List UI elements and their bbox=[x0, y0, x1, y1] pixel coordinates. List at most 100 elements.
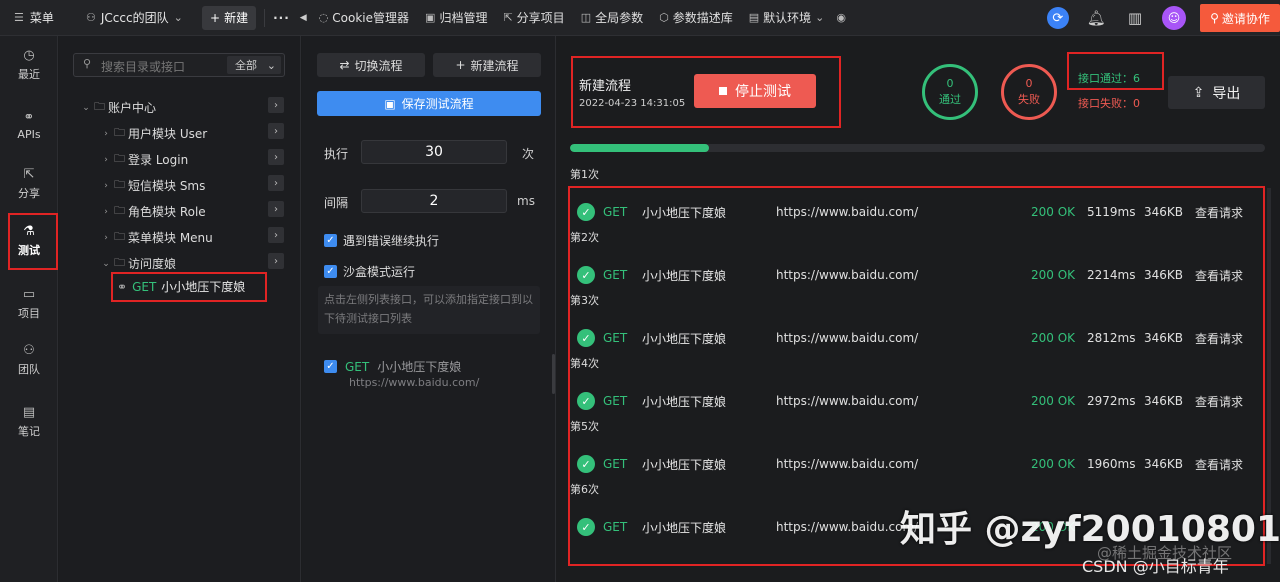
exec-count-label: 执行 bbox=[324, 147, 349, 161]
nav-default-env[interactable]: ▤ 默认环境 ⌄ ◉ bbox=[749, 9, 846, 26]
notebook-icon[interactable]: ▥ bbox=[1128, 9, 1142, 27]
avatar[interactable]: ☺ bbox=[1162, 6, 1186, 30]
api-name: 小小地压下度娘 bbox=[642, 331, 727, 346]
new-button[interactable]: + 新建 bbox=[202, 5, 257, 30]
selected-api-item[interactable]: ✓ GET 小小地压下度娘 https://www.baidu.com/ bbox=[324, 358, 479, 389]
chevron-right-icon: › bbox=[104, 128, 108, 139]
divider bbox=[264, 8, 266, 27]
team-selector[interactable]: ⚇ JCccc的团队 ⌄ bbox=[86, 9, 202, 26]
run-label: 第1次 bbox=[570, 168, 599, 181]
folder-action-button[interactable]: › bbox=[268, 149, 284, 165]
view-request-link[interactable]: 查看请求 bbox=[1195, 456, 1243, 473]
save-icon: ▣ bbox=[384, 96, 396, 111]
highlight-box bbox=[111, 272, 267, 302]
method-badge: GET bbox=[603, 520, 628, 534]
rail-item-notes[interactable]: ▤ 笔记 bbox=[0, 405, 58, 439]
view-request-link[interactable]: 查看请求 bbox=[1195, 393, 1243, 410]
chevron-down-icon: ⌄ bbox=[173, 11, 183, 24]
view-request-link[interactable]: 查看请求 bbox=[1195, 330, 1243, 347]
stop-test-button[interactable]: 停止测试 bbox=[694, 74, 816, 108]
response-size: 346KB bbox=[1144, 331, 1184, 345]
view-request-link[interactable]: 查看请求 bbox=[1195, 204, 1243, 221]
tree-folder[interactable]: › 🗀︎ 用户模块 User bbox=[101, 124, 207, 143]
status-code: 200 OK bbox=[1031, 268, 1076, 282]
tree-search[interactable]: ⚲ 搜索目录或接口 全部 ⌄ bbox=[73, 53, 285, 77]
export-button[interactable]: ⇪ 导出 bbox=[1168, 76, 1265, 109]
chevron-down-icon: ⌄ bbox=[815, 11, 825, 24]
view-request-link[interactable]: 查看请求 bbox=[1195, 267, 1243, 284]
rail-item-recent[interactable]: ◷ 最近 bbox=[0, 48, 58, 82]
folder-action-button[interactable]: › bbox=[268, 123, 284, 139]
folder-action-button[interactable]: › bbox=[268, 175, 284, 191]
search-input[interactable]: 搜索目录或接口 bbox=[101, 58, 185, 75]
rail-item-apis[interactable]: ⚭ APIs bbox=[0, 110, 58, 141]
new-flow-button[interactable]: + 新建流程 bbox=[433, 53, 541, 77]
tree-folder[interactable]: › 🗀︎ 登录 Login bbox=[101, 150, 188, 169]
nav-share-project[interactable]: ⇱ 分享项目 bbox=[503, 9, 564, 26]
invite-button[interactable]: ⚲ 邀请协作 bbox=[1200, 4, 1280, 32]
folder-icon: 🗀︎ bbox=[114, 178, 125, 191]
bell-icon[interactable]: 🔔︎ bbox=[1087, 9, 1106, 27]
flow-timestamp: 2022-04-23 14:31:05 bbox=[579, 98, 686, 109]
fail-label: 失败 bbox=[1018, 93, 1040, 106]
archive-icon: ▣ bbox=[425, 11, 436, 24]
tree-filter-select[interactable]: 全部 ⌄ bbox=[227, 56, 281, 74]
rail-label: 笔记 bbox=[18, 425, 40, 438]
api-url: https://www.baidu.com/ bbox=[776, 268, 919, 282]
folder-label: 账户中心 bbox=[108, 101, 157, 115]
resize-handle[interactable] bbox=[552, 354, 555, 394]
sync-icon[interactable]: ⟳ bbox=[1046, 7, 1069, 29]
link-icon: ⚭ bbox=[23, 110, 35, 125]
exec-count-input[interactable]: 30 bbox=[361, 140, 507, 164]
folder-label: 菜单模块 Menu bbox=[128, 231, 213, 245]
search-icon: ⚲ bbox=[83, 57, 92, 70]
menu-button[interactable]: ☰ 菜单 bbox=[0, 9, 78, 26]
nav-archive[interactable]: ▣ 归档管理 bbox=[425, 9, 487, 26]
nav-cookie-manager[interactable]: ◌ Cookie管理器 bbox=[319, 9, 409, 26]
response-time: 5119ms bbox=[1087, 205, 1136, 219]
api-name: 小小地压下度娘 bbox=[642, 268, 727, 283]
success-icon: ✓ bbox=[577, 455, 595, 473]
tree-folder[interactable]: › 🗀︎ 菜单模块 Menu bbox=[101, 228, 213, 247]
sandbox-mode-checkbox[interactable]: ✓ 沙盒模式运行 bbox=[324, 263, 415, 280]
hamburger-icon: ☰ bbox=[14, 11, 24, 24]
folder-action-button[interactable]: › bbox=[268, 201, 284, 217]
rail-item-project[interactable]: ▭ 项目 bbox=[0, 287, 58, 321]
api-fail-stat: 接口失败：0 bbox=[1078, 97, 1140, 110]
tree-folder[interactable]: › 🗀︎ 短信模块 Sms bbox=[101, 176, 205, 195]
method-badge: GET bbox=[345, 359, 370, 374]
response-time: 2812ms bbox=[1087, 331, 1136, 345]
method-badge: GET bbox=[603, 331, 628, 345]
tree-folder[interactable]: › 🗀︎ 角色模块 Role bbox=[101, 202, 206, 221]
more-icon[interactable]: ··· bbox=[273, 11, 290, 25]
rail-item-team[interactable]: ⚇ 团队 bbox=[0, 343, 58, 377]
nav-label: 默认环境 bbox=[763, 11, 812, 25]
chevron-down-icon: ⌄ bbox=[102, 258, 110, 269]
folder-action-button[interactable]: › bbox=[268, 253, 284, 269]
filter-value: 全部 bbox=[235, 59, 257, 72]
nav-global-params[interactable]: ◫ 全局参数 bbox=[581, 9, 643, 26]
eye-icon[interactable]: ◉ bbox=[836, 11, 846, 24]
rail-item-share[interactable]: ⇱ 分享 bbox=[0, 167, 58, 201]
api-name: 小小地压下度娘 bbox=[642, 394, 727, 409]
response-size: 346KB bbox=[1144, 457, 1184, 471]
cube-icon: ⬡ bbox=[659, 11, 669, 24]
tree-folder[interactable]: ⌄ 🗀︎ 访问度娘 bbox=[101, 254, 176, 273]
check-icon: ✓ bbox=[324, 234, 337, 247]
folder-action-button[interactable]: › bbox=[268, 97, 284, 113]
exec-count-unit: 次 bbox=[522, 147, 535, 161]
status-code: 200 OK bbox=[1031, 457, 1076, 471]
switch-flow-button[interactable]: ⇄ 切换流程 bbox=[317, 53, 425, 77]
api-url: https://www.baidu.com/ bbox=[776, 520, 919, 534]
save-flow-button[interactable]: ▣ 保存测试流程 bbox=[317, 91, 541, 116]
add-api-hint: 点击左侧列表接口，可以添加指定接口到以下待测试接口列表 bbox=[318, 286, 540, 334]
nav-param-library[interactable]: ⬡ 参数描述库 bbox=[659, 9, 733, 26]
tree-folder-root[interactable]: ⌄ 🗀︎ 账户中心 bbox=[81, 98, 156, 117]
interval-input[interactable]: 2 bbox=[361, 189, 507, 213]
check-icon[interactable]: ✓ bbox=[324, 360, 337, 373]
scroll-left-icon[interactable]: ◀ bbox=[300, 13, 307, 23]
folder-action-button[interactable]: › bbox=[268, 227, 284, 243]
continue-on-error-checkbox[interactable]: ✓ 遇到错误继续执行 bbox=[324, 232, 439, 249]
export-label: 导出 bbox=[1212, 85, 1241, 102]
nav-label: Cookie管理器 bbox=[332, 11, 410, 25]
